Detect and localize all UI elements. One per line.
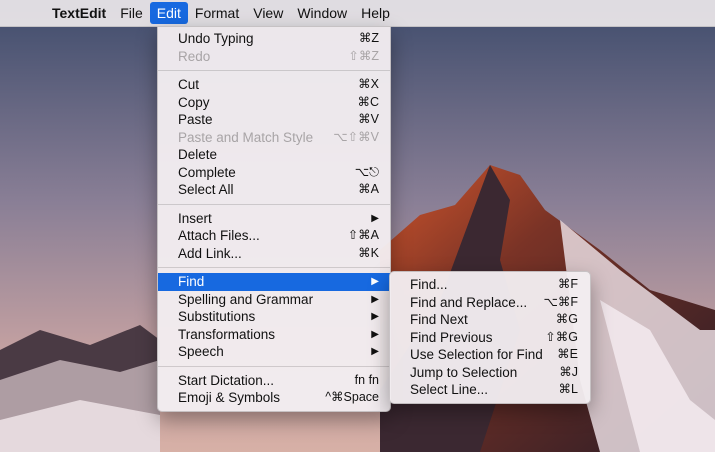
menu-item-undo-typing[interactable]: Undo Typing ⌘Z bbox=[158, 30, 390, 48]
shortcut-label: ⌘K bbox=[358, 245, 379, 260]
menu-item-paste-match-style: Paste and Match Style ⌥⇧⌘V bbox=[158, 129, 390, 147]
menu-item-label: Speech bbox=[178, 344, 224, 359]
menu-item-label: Complete bbox=[178, 164, 236, 180]
submenu-arrow-icon: ▶ bbox=[371, 212, 379, 224]
shortcut-label: ⌘J bbox=[559, 364, 578, 379]
menu-item-label: Substitutions bbox=[178, 309, 256, 324]
menu-item-label: Cut bbox=[178, 77, 200, 92]
menu-item-label: Emoji & Symbols bbox=[178, 390, 281, 405]
shortcut-label: ^⌘Space bbox=[325, 390, 379, 404]
shortcut-label: ⌥⎋ bbox=[354, 164, 379, 179]
menu-item-spelling-grammar[interactable]: Spelling and Grammar ▶ bbox=[158, 291, 390, 309]
submenu-arrow-icon: ▶ bbox=[371, 328, 379, 340]
menu-item-label: Spelling and Grammar bbox=[178, 291, 314, 307]
menu-item-find-next[interactable]: Find Next ⌘G bbox=[390, 311, 590, 329]
menu-item-label: Find... bbox=[410, 277, 448, 292]
menu-item-label: Copy bbox=[178, 94, 210, 110]
menu-item-label: Undo Typing bbox=[178, 31, 254, 46]
menu-item-label: Paste and Match Style bbox=[178, 129, 314, 145]
menu-separator bbox=[158, 267, 390, 268]
menu-separator bbox=[158, 70, 390, 71]
shortcut-label: ⌘G bbox=[555, 312, 578, 326]
menu-item-transformations[interactable]: Transformations ▶ bbox=[158, 326, 390, 344]
menu-item-label: Find bbox=[178, 274, 205, 289]
menu-app-textedit[interactable]: TextEdit bbox=[46, 2, 113, 24]
menu-item-label: Paste bbox=[178, 112, 213, 127]
menu-item-label: Use Selection for Find bbox=[410, 347, 543, 362]
menu-item-select-all[interactable]: Select All ⌘A bbox=[158, 181, 390, 199]
menu-item-start-dictation[interactable]: Start Dictation... fn fn bbox=[158, 372, 390, 390]
menu-item-label: Start Dictation... bbox=[178, 372, 275, 388]
submenu-arrow-icon: ▶ bbox=[371, 276, 379, 287]
menu-item-label: Transformations bbox=[178, 326, 276, 342]
menu-item-cut[interactable]: Cut ⌘X bbox=[158, 76, 390, 94]
menu-item-delete[interactable]: Delete bbox=[158, 146, 390, 164]
edit-menu-dropdown: Undo Typing ⌘Z Redo ⇧⌘Z Cut ⌘X Copy ⌘C Paste… bbox=[157, 26, 391, 412]
menu-item-label: Attach Files... bbox=[178, 228, 260, 243]
shortcut-label: ⌘A bbox=[358, 182, 379, 196]
menu-format[interactable]: Format bbox=[188, 2, 246, 24]
menu-separator bbox=[158, 365, 390, 367]
shortcut-label: ⇧⌘G bbox=[545, 329, 578, 344]
menu-item-use-selection-for-find[interactable]: Use Selection for Find ⌘E bbox=[390, 346, 590, 364]
shortcut-label: ⌘C bbox=[357, 94, 379, 109]
menu-item-label: Add Link... bbox=[178, 245, 242, 261]
menu-item-add-link[interactable]: Add Link... ⌘K bbox=[158, 245, 390, 263]
shortcut-label: ⌘X bbox=[358, 77, 379, 91]
menu-item-substitutions[interactable]: Substitutions ▶ bbox=[158, 308, 390, 326]
submenu-arrow-icon: ▶ bbox=[371, 346, 379, 357]
shortcut-label: ⌘F bbox=[557, 277, 578, 291]
submenu-arrow-icon: ▶ bbox=[371, 311, 379, 322]
menu-item-speech[interactable]: Speech ▶ bbox=[158, 343, 390, 361]
menu-item-label: Find and Replace... bbox=[410, 294, 528, 310]
menu-item-label: Redo bbox=[178, 48, 211, 64]
menu-help[interactable]: Help bbox=[354, 2, 397, 24]
menu-edit[interactable]: Edit bbox=[149, 2, 188, 24]
menu-item-redo: Redo ⇧⌘Z bbox=[158, 48, 390, 66]
menu-item-label: Select All bbox=[178, 182, 234, 197]
menu-item-label: Find Previous bbox=[410, 329, 493, 345]
shortcut-label: ⌘E bbox=[557, 347, 578, 361]
submenu-arrow-icon: ▶ bbox=[371, 293, 379, 305]
menu-item-find-ellipsis[interactable]: Find... ⌘F bbox=[390, 276, 590, 294]
shortcut-label: ⇧⌘A bbox=[347, 228, 379, 242]
menu-window[interactable]: Window bbox=[290, 2, 354, 24]
menu-item-label: Insert bbox=[178, 210, 212, 226]
menu-file[interactable]: File bbox=[113, 2, 150, 24]
menu-item-label: Select Line... bbox=[410, 382, 489, 397]
menu-item-insert[interactable]: Insert ▶ bbox=[158, 210, 390, 228]
shortcut-label: fn fn bbox=[354, 372, 379, 387]
shortcut-label: ⌘Z bbox=[358, 31, 379, 45]
shortcut-label: ⌥⌘F bbox=[543, 294, 578, 309]
menu-separator bbox=[158, 203, 390, 205]
shortcut-label: ⌘V bbox=[358, 112, 379, 126]
menu-view[interactable]: View bbox=[246, 2, 290, 24]
shortcut-label: ⇧⌘Z bbox=[348, 48, 379, 63]
menu-bar: TextEdit File Edit Format View Window He… bbox=[0, 0, 715, 27]
menu-item-label: Delete bbox=[178, 147, 218, 162]
menu-item-attach-files[interactable]: Attach Files... ⇧⌘A bbox=[158, 227, 390, 245]
menu-item-label: Jump to Selection bbox=[410, 364, 518, 380]
menu-item-paste[interactable]: Paste ⌘V bbox=[158, 111, 390, 129]
menu-item-find-and-replace[interactable]: Find and Replace... ⌥⌘F bbox=[390, 294, 590, 312]
find-submenu: Find... ⌘F Find and Replace... ⌥⌘F Find Ne… bbox=[389, 271, 591, 404]
shortcut-label: ⌥⇧⌘V bbox=[333, 129, 379, 144]
shortcut-label: ⌘L bbox=[558, 382, 578, 396]
menu-item-label: Find Next bbox=[410, 312, 468, 327]
menu-item-emoji-symbols[interactable]: Emoji & Symbols ^⌘Space bbox=[158, 389, 390, 407]
menu-item-find-previous[interactable]: Find Previous ⇧⌘G bbox=[390, 329, 590, 347]
menu-item-find[interactable]: Find ▶ bbox=[158, 273, 390, 291]
menu-item-jump-to-selection[interactable]: Jump to Selection ⌘J bbox=[390, 364, 590, 382]
menu-item-copy[interactable]: Copy ⌘C bbox=[158, 94, 390, 112]
menu-item-select-line[interactable]: Select Line... ⌘L bbox=[390, 381, 590, 399]
menu-item-complete[interactable]: Complete ⌥⎋ bbox=[158, 164, 390, 182]
